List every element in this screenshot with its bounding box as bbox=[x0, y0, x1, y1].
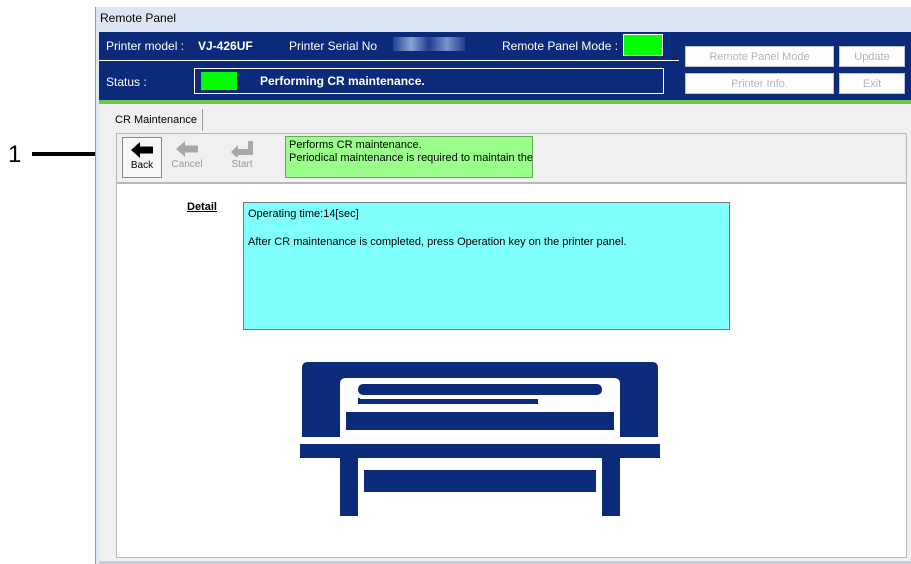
detail-box: Operating time:14[sec] After CR maintena… bbox=[243, 202, 730, 330]
printer-model-label: Printer model : bbox=[106, 39, 185, 53]
status-box: Performing CR maintenance. bbox=[194, 68, 664, 94]
arrow-left-icon bbox=[176, 141, 198, 157]
back-label: Back bbox=[130, 160, 154, 171]
remote-panel-window: Remote Panel Printer model : VJ-426UF Pr… bbox=[95, 7, 911, 564]
instruction-text: After CR maintenance is completed, press… bbox=[248, 236, 627, 248]
status-label: Status : bbox=[106, 75, 147, 89]
printer-info-row: Printer model : VJ-426UF Printer Serial … bbox=[99, 32, 679, 61]
cancel-button[interactable]: Cancel bbox=[167, 137, 207, 178]
remote-panel-mode-label: Remote Panel Mode : bbox=[502, 39, 619, 53]
serial-number-label: Printer Serial No bbox=[289, 39, 378, 53]
status-text: Performing CR maintenance. bbox=[260, 74, 425, 88]
callout-number-1: 1 bbox=[8, 141, 22, 168]
detail-panel: Detail Operating time:14[sec] After CR m… bbox=[116, 183, 907, 558]
maintenance-toolbar: Back Cancel Start Performs CR maintenanc… bbox=[116, 133, 907, 183]
description-line-2: Periodical maintenance is required to ma… bbox=[289, 152, 533, 164]
printer-icon bbox=[300, 362, 660, 516]
operating-time-text: Operating time:14[sec] bbox=[248, 208, 359, 220]
detail-label: Detail bbox=[187, 201, 217, 213]
remote-panel-mode-button[interactable]: Remote Panel Mode bbox=[685, 46, 834, 67]
main-content: CR Maintenance Back Cancel Start Perform… bbox=[99, 104, 911, 564]
serial-number-value-redacted bbox=[393, 37, 465, 51]
description-line-1: Performs CR maintenance. bbox=[289, 139, 422, 151]
update-button[interactable]: Update bbox=[839, 46, 905, 67]
header-bar: Printer model : VJ-426UF Printer Serial … bbox=[99, 32, 911, 100]
remote-mode-indicator bbox=[623, 34, 663, 56]
description-box: Performs CR maintenance. Periodical main… bbox=[285, 136, 533, 178]
start-button[interactable]: Start bbox=[222, 137, 262, 178]
tab-cr-maintenance[interactable]: CR Maintenance bbox=[110, 109, 203, 131]
status-light bbox=[201, 72, 237, 90]
window-title: Remote Panel bbox=[96, 7, 911, 32]
printer-info-button[interactable]: Printer Info. bbox=[685, 73, 834, 94]
cancel-label: Cancel bbox=[171, 159, 203, 170]
start-label: Start bbox=[231, 159, 253, 170]
exit-button[interactable]: Exit bbox=[839, 73, 905, 94]
return-arrow-icon bbox=[231, 141, 253, 157]
back-button[interactable]: Back bbox=[122, 137, 162, 178]
arrow-left-icon bbox=[131, 142, 153, 158]
printer-model-value: VJ-426UF bbox=[198, 39, 253, 53]
